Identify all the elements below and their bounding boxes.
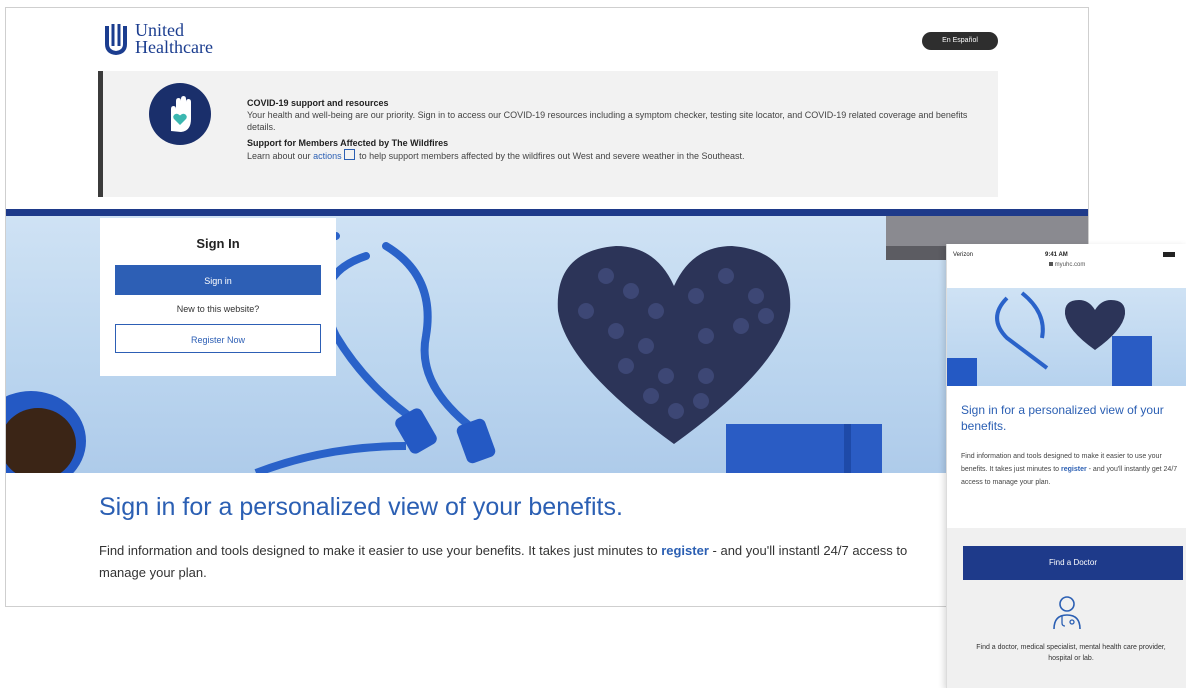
find-doctor-description: Find a doctor, medical specialist, menta… xyxy=(976,644,1166,662)
mobile-register-link[interactable]: register xyxy=(1061,466,1087,473)
status-bar: Verizon 9:41 AM xyxy=(947,244,1186,262)
register-link[interactable]: register xyxy=(661,543,709,558)
logo-wordmark: United Healthcare xyxy=(135,21,213,57)
doctor-icon xyxy=(1053,596,1081,630)
mobile-hero-banner xyxy=(947,288,1186,386)
covid-alert-title: COVID-19 support and resources xyxy=(247,98,389,108)
lock-icon xyxy=(1048,262,1053,266)
language-toggle-button[interactable]: En Español xyxy=(922,32,998,50)
actions-link[interactable]: actions xyxy=(313,151,342,161)
alert-text: COVID-19 support and resources Your heal… xyxy=(247,97,977,162)
desktop-browser-view: United Healthcare En Español COVID-19 su… xyxy=(5,7,1089,607)
clock: 9:41 AM xyxy=(1045,252,1068,258)
covid-alert-body: Your health and well-being are our prior… xyxy=(247,110,968,132)
sign-in-title: Sign In xyxy=(196,236,240,251)
find-doctor-card: Find a Doctor Find a doctor, medical spe… xyxy=(947,528,1186,688)
address-bar[interactable]: myuhc.com xyxy=(947,262,1186,268)
new-user-prompt: New to this website? xyxy=(176,304,260,314)
logo-line2: Healthcare xyxy=(135,37,213,57)
mobile-heading: Sign in for a personalized view of your … xyxy=(961,403,1164,433)
wildfire-text-pre: Learn about our xyxy=(247,151,311,161)
header-divider xyxy=(6,209,1088,216)
url-text: myuhc.com xyxy=(1054,262,1086,268)
wildfire-alert-title: Support for Members Affected by The Wild… xyxy=(247,138,449,148)
covid-alert-banner: COVID-19 support and resources Your heal… xyxy=(98,71,998,197)
find-a-doctor-button[interactable]: Find a Doctor xyxy=(963,546,1183,580)
wildfire-alert-body: Learn about our actions to help support … xyxy=(247,149,977,162)
uhc-logo-icon xyxy=(105,24,127,55)
mobile-intro-paragraph: Find information and tools designed to m… xyxy=(961,450,1183,489)
hero-banner: Sign In Sign in New to this website? Reg… xyxy=(6,216,1088,473)
external-link-icon[interactable] xyxy=(343,149,355,160)
intro-text-pre: Find information and tools designed to m… xyxy=(99,543,658,558)
carrier-label: Verizon xyxy=(953,252,974,258)
sign-in-button[interactable]: Sign in xyxy=(115,265,321,295)
battery-icon xyxy=(1163,252,1175,257)
wildfire-text-post: to help support members affected by the … xyxy=(359,151,745,161)
sign-in-panel: Sign In Sign in New to this website? Reg… xyxy=(100,218,336,376)
register-now-button[interactable]: Register Now xyxy=(115,324,321,353)
hand-heart-icon xyxy=(149,83,211,145)
mobile-hero-illustration xyxy=(947,291,1152,386)
intro-paragraph: Find information and tools designed to m… xyxy=(99,540,949,584)
mobile-view: Verizon 9:41 AM myuhc.com Sign in for a … xyxy=(946,244,1186,688)
unitedhealthcare-logo[interactable]: United Healthcare xyxy=(103,21,213,57)
page-heading: Sign in for a personalized view of your … xyxy=(99,493,623,521)
